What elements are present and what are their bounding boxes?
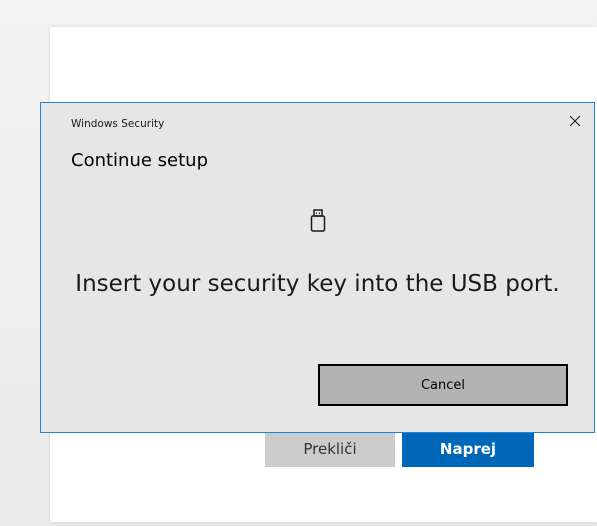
close-icon: [569, 115, 581, 127]
dialog-message: Insert your security key into the USB po…: [75, 271, 560, 297]
cancel-button[interactable]: Cancel: [318, 364, 568, 406]
screen: Prekliči Naprej Windows Security Continu…: [0, 0, 597, 526]
usb-key-icon: [310, 209, 326, 232]
dialog-title: Continue setup: [71, 150, 209, 171]
naprej-button[interactable]: Naprej: [402, 430, 534, 467]
prekllici-button[interactable]: Prekliči: [265, 430, 395, 467]
dialog-app-name: Windows Security: [71, 118, 165, 130]
windows-security-dialog: Windows Security Continue setup Insert y…: [40, 102, 595, 433]
close-button[interactable]: [562, 109, 588, 133]
